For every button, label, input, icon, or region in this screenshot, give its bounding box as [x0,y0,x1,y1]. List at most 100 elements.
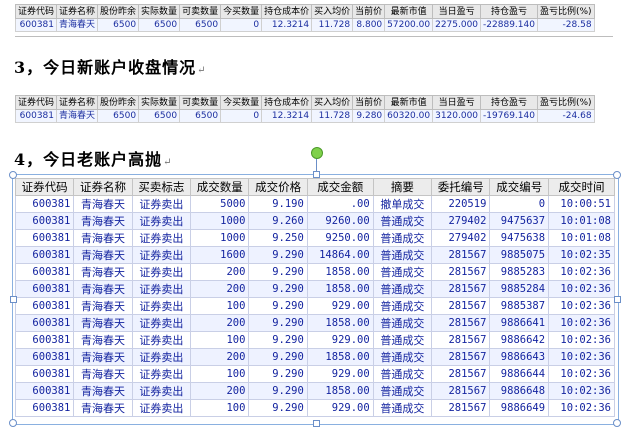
table-cell: 9.290 [248,331,308,349]
table-cell: 10:02:36 [548,263,615,281]
table-cell: 9886643 [489,348,550,366]
table-row: 600381 青海春天 证券卖出 100 9.290 929.00 普通成交 281567 98… [14,297,615,315]
table-cell: 600381 [14,280,75,298]
section-heading-4-text: 4，今日老账户高抛 [14,150,163,169]
column-header: 可卖数量 [179,4,222,19]
table-cell: 1600 [190,246,250,264]
table-cell: 2275.000 [432,18,482,32]
table-cell: 普通成交 [372,365,433,383]
table-cell: 9475637 [489,212,550,230]
column-header: 委托编号 [431,178,491,196]
table-cell: 9.290 [248,314,308,332]
table-cell: 1858.00 [306,348,374,366]
table-row: 600381 青海春天 证券卖出 100 9.290 929.00 普通成交 281567 98… [14,399,615,417]
column-header: 股份昨余 [97,4,140,19]
table-cell: 0 [489,195,550,213]
table-cell: 600381 [14,212,75,230]
table-cell: 普通成交 [372,382,433,400]
table-cell: 证券卖出 [131,297,192,315]
table-cell: 6500 [138,18,181,32]
column-header: 今买数量 [220,95,263,110]
table-cell: 1000 [190,229,250,247]
resize-handle-bottom[interactable] [313,420,320,427]
table-cell: 青海春天 [56,109,99,123]
table-cell: 6500 [97,18,140,32]
table-cell: 0 [220,109,263,123]
table-cell: 普通成交 [372,229,433,247]
table-cell: 普通成交 [372,246,433,264]
table-cell: 10:02:36 [548,331,615,349]
column-header: 摘要 [372,178,433,196]
column-header: 持仓盈亏 [480,4,538,19]
table-cell: 证券卖出 [131,399,192,417]
resize-handle-right[interactable] [614,296,621,303]
resize-handle-bottom-left[interactable] [9,419,17,427]
table-row: 600381 青海春天 证券卖出 1600 9.290 14864.00 普通成交 28156… [14,246,615,264]
table-cell: 10:02:36 [548,348,615,366]
table-cell: 10:02:36 [548,314,615,332]
table-cell: 281567 [431,280,491,298]
column-header: 买入均价 [311,4,354,19]
table-row: 600381 青海春天 证券卖出 200 9.290 1858.00 普通成交 281567 9… [14,348,615,366]
table-cell: 281567 [431,263,491,281]
section-heading-4: 4，今日老账户高抛↵ [14,146,173,170]
table-cell: 9.280 [352,109,386,123]
resize-handle-left[interactable] [10,296,17,303]
table-cell: 9885075 [489,246,550,264]
resize-handle-top-left[interactable] [9,171,17,179]
position-table-old: 证券代码 证券名称 股份昨余 实际数量 可卖数量 今买数量 持仓成本价 买入均价 当前价 最新市值… [14,4,595,32]
table-cell: 青海春天 [73,314,133,332]
table-cell: 证券卖出 [131,365,192,383]
table-cell: 9.290 [248,365,308,383]
table-cell: 9260.00 [306,212,374,230]
table-cell: 929.00 [306,331,374,349]
table-cell: 281567 [431,382,491,400]
table-cell: 普通成交 [372,348,433,366]
table-cell: 10:02:36 [548,280,615,298]
table-cell: 9.190 [248,195,308,213]
resize-handle-top[interactable] [313,171,320,178]
table-cell: 220519 [431,195,491,213]
resize-handle-bottom-right[interactable] [613,419,621,427]
trade-records-image[interactable]: 证券代码 证券名称 买卖标志 成交数量 成交价格 成交金额 摘要 委托编号 成交编号 成交时间 6… [14,178,615,423]
table-cell: 青海春天 [73,399,133,417]
table-cell: 青海春天 [73,331,133,349]
table-cell: 9885284 [489,280,550,298]
section-heading-3-text: 3，今日新账户收盘情况 [14,58,197,77]
table-cell: 1858.00 [306,314,374,332]
column-header: 证券名称 [56,4,99,19]
table-cell: 281567 [431,297,491,315]
column-header: 股份昨余 [97,95,140,110]
position-table-new: 证券代码 证券名称 股份昨余 实际数量 可卖数量 今买数量 持仓成本价 买入均价 当前价 最新市值… [14,95,595,123]
paragraph-mark-icon: ↵ [163,157,173,168]
paragraph-mark-icon: ↵ [197,65,207,76]
table-cell: -19769.140 [480,109,538,123]
table-cell: 600381 [14,331,75,349]
resize-handle-top-right[interactable] [613,171,621,179]
table-cell: 1858.00 [306,280,374,298]
table-cell: 普通成交 [372,280,433,298]
table-cell: 青海春天 [73,280,133,298]
column-header: 盈亏比例(%) [536,4,595,19]
trade-table-header: 证券代码 证券名称 买卖标志 成交数量 成交价格 成交金额 摘要 委托编号 成交编号 成交时间 [14,178,615,196]
table-cell: 证券卖出 [131,263,192,281]
column-header: 买入均价 [311,95,354,110]
position-table-header: 证券代码 证券名称 股份昨余 实际数量 可卖数量 今买数量 持仓成本价 买入均价 当前价 最新市值… [14,4,595,19]
table-cell: 普通成交 [372,399,433,417]
table-cell: 1000 [190,212,250,230]
table-row: 600381 青海春天 6500 6500 6500 0 12.3214 11.728 8.80… [14,18,595,32]
table-cell: 青海春天 [73,382,133,400]
rotate-handle[interactable] [311,147,323,159]
table-cell: 10:01:08 [548,229,615,247]
column-header: 今买数量 [220,4,263,19]
table-cell: 279402 [431,229,491,247]
table-cell: 普通成交 [372,314,433,332]
table-cell: 9885283 [489,263,550,281]
table-row: 600381 青海春天 证券卖出 5000 9.190.00 撤单成交 220519 0 10:… [14,195,615,213]
table-cell: 3120.000 [432,109,482,123]
table-cell: -24.68 [536,109,595,123]
column-header: 实际数量 [138,95,181,110]
table-cell: 9.290 [248,246,308,264]
table-cell: 60320.00 [384,109,434,123]
table-cell: 12.3214 [261,109,313,123]
